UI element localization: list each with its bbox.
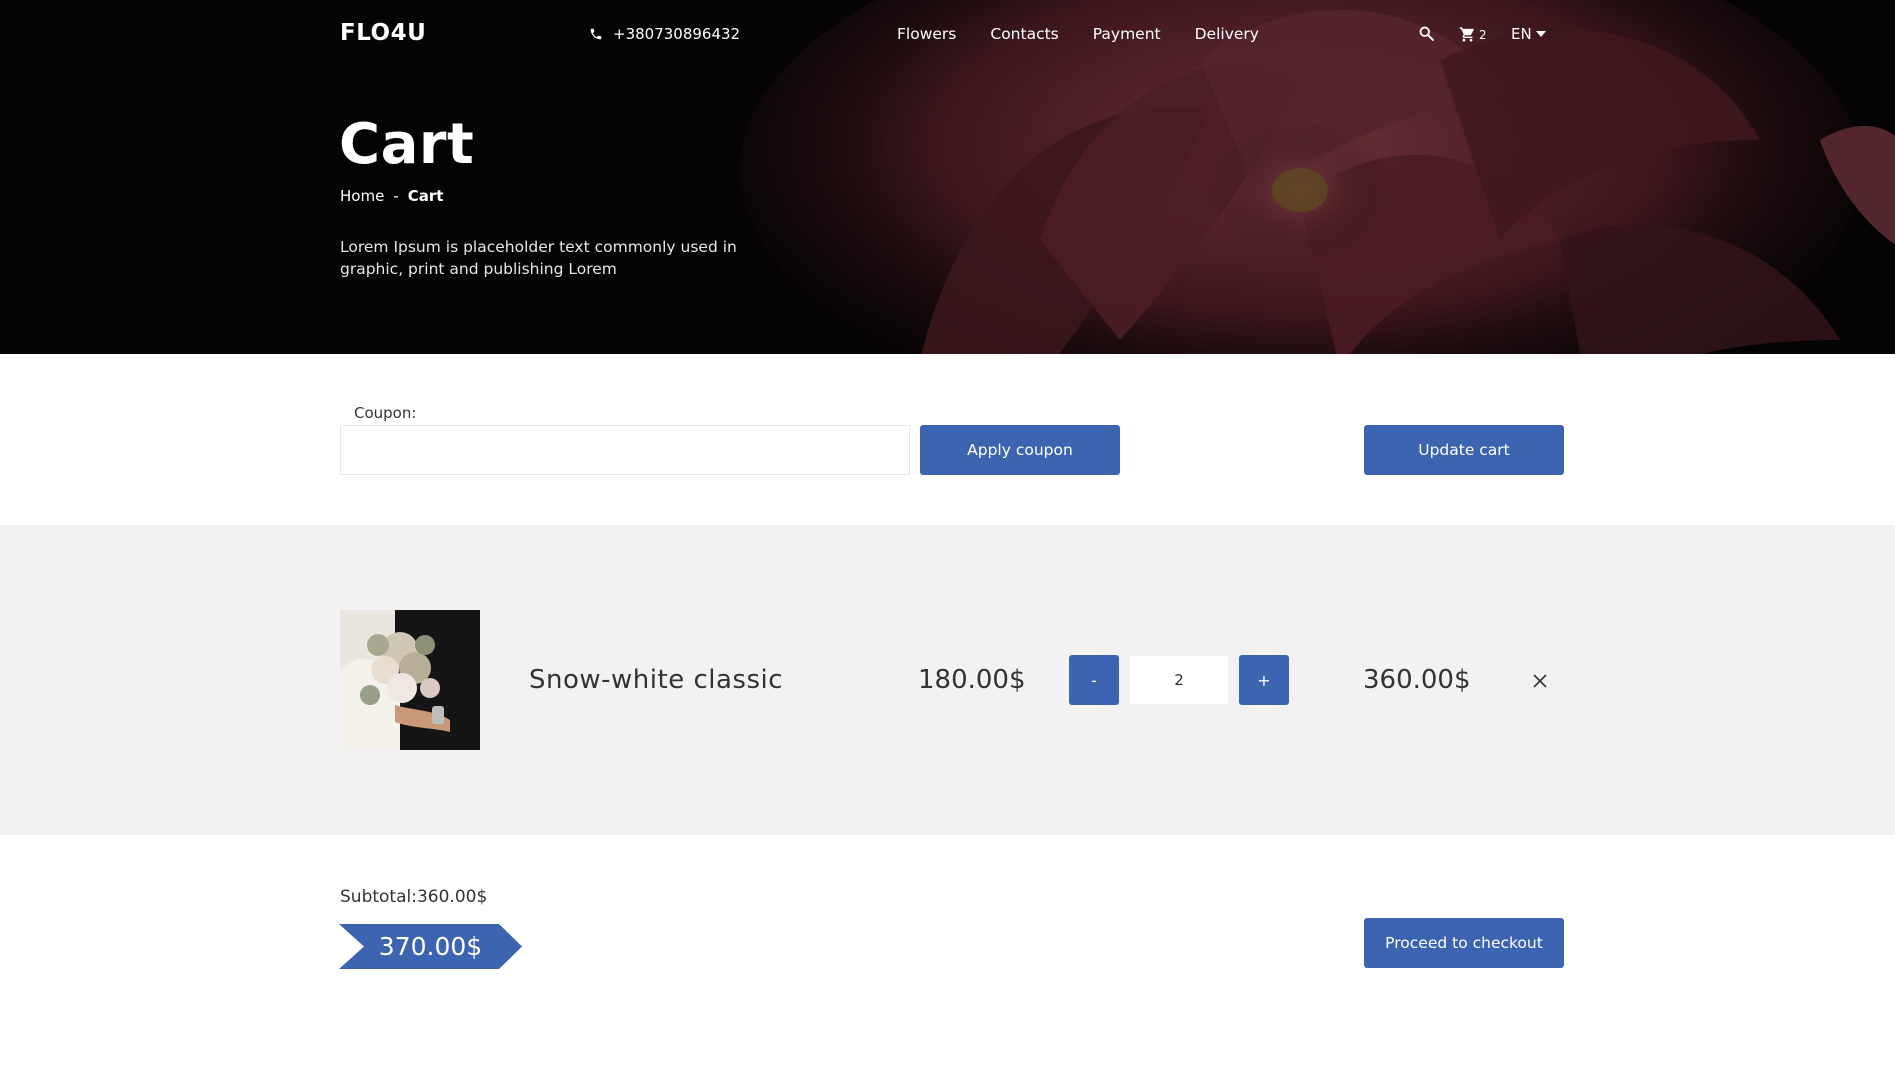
header-cart-button[interactable]: 2: [1459, 26, 1487, 43]
search-icon[interactable]: [1418, 25, 1435, 42]
update-cart-button[interactable]: Update cart: [1364, 425, 1564, 475]
coupon-input[interactable]: [340, 425, 910, 475]
subtotal-label: Subtotal:: [340, 887, 417, 907]
product-image[interactable]: [340, 610, 480, 750]
cart-icon: [1459, 27, 1474, 42]
breadcrumb-current: Cart: [407, 187, 444, 205]
subtotal: Subtotal: 360.00$: [340, 887, 487, 907]
breadcrumb: Home - Cart: [340, 187, 443, 205]
quantity-input[interactable]: [1130, 656, 1228, 704]
breadcrumb-home[interactable]: Home: [340, 187, 384, 205]
quantity-decrease-button[interactable]: -: [1069, 655, 1119, 705]
nav-item-contacts[interactable]: Contacts: [990, 25, 1058, 43]
hero-banner: FLO4U +380730896432 Flowers Contacts Pay…: [0, 0, 1895, 354]
quantity-increase-button[interactable]: +: [1239, 655, 1289, 705]
close-icon[interactable]: [1532, 673, 1548, 689]
hero-description: Lorem Ipsum is placeholder text commonly…: [340, 238, 737, 278]
site-header: FLO4U +380730896432 Flowers Contacts Pay…: [0, 0, 1895, 72]
apply-coupon-button[interactable]: Apply coupon: [920, 425, 1120, 475]
nav-item-payment[interactable]: Payment: [1093, 25, 1161, 43]
total-badge: 370.00$: [339, 924, 522, 969]
subtotal-value: 360.00$: [416, 887, 488, 907]
nav-item-delivery[interactable]: Delivery: [1195, 25, 1259, 43]
nav-item-flowers[interactable]: Flowers: [897, 25, 956, 43]
proceed-to-checkout-button[interactable]: Proceed to checkout: [1364, 918, 1564, 968]
phone-icon: [590, 28, 602, 40]
language-selector[interactable]: EN: [1511, 25, 1546, 43]
product-price: 180.00$: [918, 665, 1026, 695]
breadcrumb-separator: -: [393, 187, 399, 205]
page-title: Cart: [339, 112, 475, 177]
site-logo[interactable]: FLO4U: [340, 20, 426, 46]
phone-number: +380730896432: [613, 25, 741, 43]
chevron-down-icon: [1535, 31, 1546, 37]
language-label: EN: [1511, 25, 1532, 43]
coupon-label: Coupon:: [354, 404, 417, 422]
product-name[interactable]: Snow-white classic: [529, 665, 783, 695]
main-nav: Flowers Contacts Payment Delivery: [897, 25, 1259, 43]
cart-items-section: Snow-white classic 180.00$ - + 360.00$: [0, 525, 1895, 835]
total-value: 370.00$: [378, 932, 483, 961]
cart-count-badge: 2: [1479, 27, 1487, 42]
line-total: 360.00$: [1363, 665, 1471, 695]
phone-contact[interactable]: +380730896432: [589, 25, 740, 43]
